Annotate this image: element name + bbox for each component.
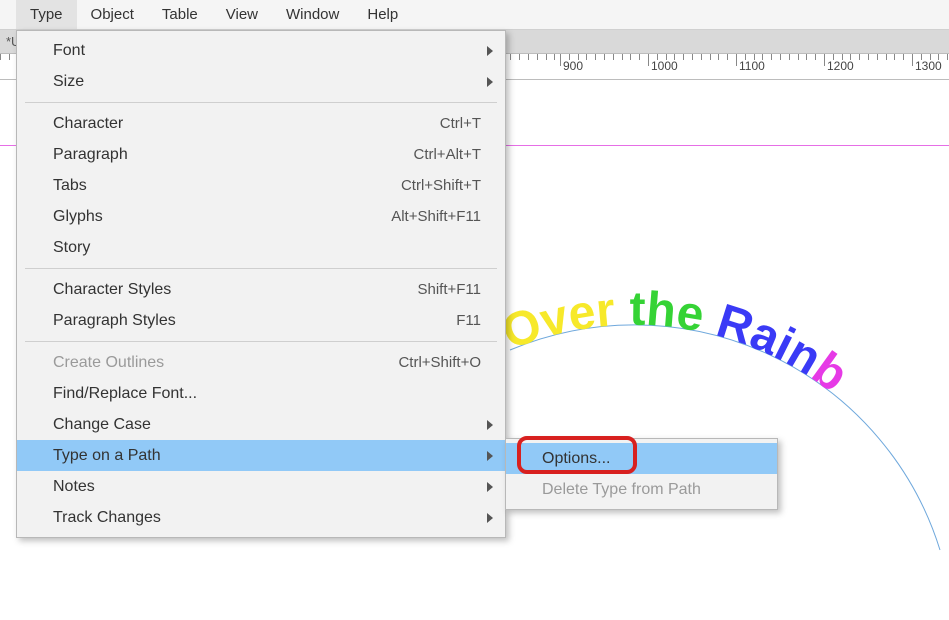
menu-item-label: Font (53, 42, 481, 60)
type-menu-dropdown: FontSizeCharacterCtrl+TParagraphCtrl+Alt… (16, 30, 506, 538)
menu-item-glyphs[interactable]: GlyphsAlt+Shift+F11 (17, 201, 505, 232)
menu-shortcut: Ctrl+T (440, 115, 481, 132)
menubar-item-view[interactable]: View (212, 0, 272, 29)
menu-item-label: Paragraph Styles (53, 312, 456, 330)
menu-item-label: Tabs (53, 177, 401, 195)
menu-shortcut: Ctrl+Shift+T (401, 177, 481, 194)
menu-item-change-case[interactable]: Change Case (17, 409, 505, 440)
menu-item-font[interactable]: Font (17, 35, 505, 66)
menu-shortcut: Shift+F11 (417, 281, 481, 298)
submenu-item-options[interactable]: Options... (506, 443, 777, 474)
menu-item-size[interactable]: Size (17, 66, 505, 97)
menu-item-label: Size (53, 73, 481, 91)
menubar: TypeObjectTableViewWindowHelp (0, 0, 949, 30)
submenu-item-delete-type-from-path: Delete Type from Path (506, 474, 777, 505)
menu-separator (25, 268, 497, 269)
ruler-label: 1200 (827, 59, 854, 73)
menu-item-character-styles[interactable]: Character StylesShift+F11 (17, 274, 505, 305)
menu-item-type-on-a-path[interactable]: Type on a Path (17, 440, 505, 471)
menu-item-notes[interactable]: Notes (17, 471, 505, 502)
ruler-label: 1000 (651, 59, 678, 73)
menu-item-label: Character Styles (53, 281, 417, 299)
menu-item-label: Type on a Path (53, 447, 481, 465)
menu-separator (25, 341, 497, 342)
ruler-label: 900 (563, 59, 583, 73)
menubar-item-window[interactable]: Window (272, 0, 353, 29)
menu-item-character[interactable]: CharacterCtrl+T (17, 108, 505, 139)
menu-item-create-outlines: Create OutlinesCtrl+Shift+O (17, 347, 505, 378)
menu-item-label: Glyphs (53, 208, 391, 226)
menu-item-find-replace-font[interactable]: Find/Replace Font... (17, 378, 505, 409)
menu-item-label: Find/Replace Font... (53, 385, 481, 403)
ruler-label: 1300 (915, 59, 942, 73)
submenu-arrow-icon (487, 482, 493, 492)
submenu-arrow-icon (487, 420, 493, 430)
menu-item-label: Paragraph (53, 146, 413, 164)
menu-item-label: Story (53, 239, 481, 257)
menu-separator (25, 102, 497, 103)
menu-shortcut: Ctrl+Alt+T (413, 146, 481, 163)
submenu-arrow-icon (487, 77, 493, 87)
menu-item-label: Track Changes (53, 509, 481, 527)
menu-shortcut: Alt+Shift+F11 (391, 208, 481, 225)
type-on-path-text: Over the Rainb (480, 220, 949, 620)
menu-item-label: Change Case (53, 416, 481, 434)
menu-item-label: Character (53, 115, 440, 133)
menu-item-track-changes[interactable]: Track Changes (17, 502, 505, 533)
menu-shortcut: Ctrl+Shift+O (398, 354, 481, 371)
menubar-item-type[interactable]: Type (16, 0, 77, 29)
menubar-item-object[interactable]: Object (77, 0, 148, 29)
menubar-item-help[interactable]: Help (353, 0, 412, 29)
submenu-arrow-icon (487, 513, 493, 523)
svg-text:Over the Rainb: Over the Rainb (496, 283, 858, 403)
submenu-arrow-icon (487, 46, 493, 56)
menu-item-paragraph[interactable]: ParagraphCtrl+Alt+T (17, 139, 505, 170)
menubar-item-table[interactable]: Table (148, 0, 212, 29)
menu-item-story[interactable]: Story (17, 232, 505, 263)
ruler-label: 1100 (739, 59, 765, 73)
menu-item-label: Notes (53, 478, 481, 496)
menu-item-label: Create Outlines (53, 354, 398, 372)
submenu-arrow-icon (487, 451, 493, 461)
menu-item-tabs[interactable]: TabsCtrl+Shift+T (17, 170, 505, 201)
submenu-item-label: Delete Type from Path (542, 481, 753, 499)
submenu-item-label: Options... (542, 450, 753, 468)
word-the: the (629, 283, 723, 346)
menu-shortcut: F11 (456, 312, 481, 329)
menu-item-paragraph-styles[interactable]: Paragraph StylesF11 (17, 305, 505, 336)
word-over: Over (496, 283, 630, 360)
type-on-path-submenu: Options... Delete Type from Path (505, 438, 778, 510)
